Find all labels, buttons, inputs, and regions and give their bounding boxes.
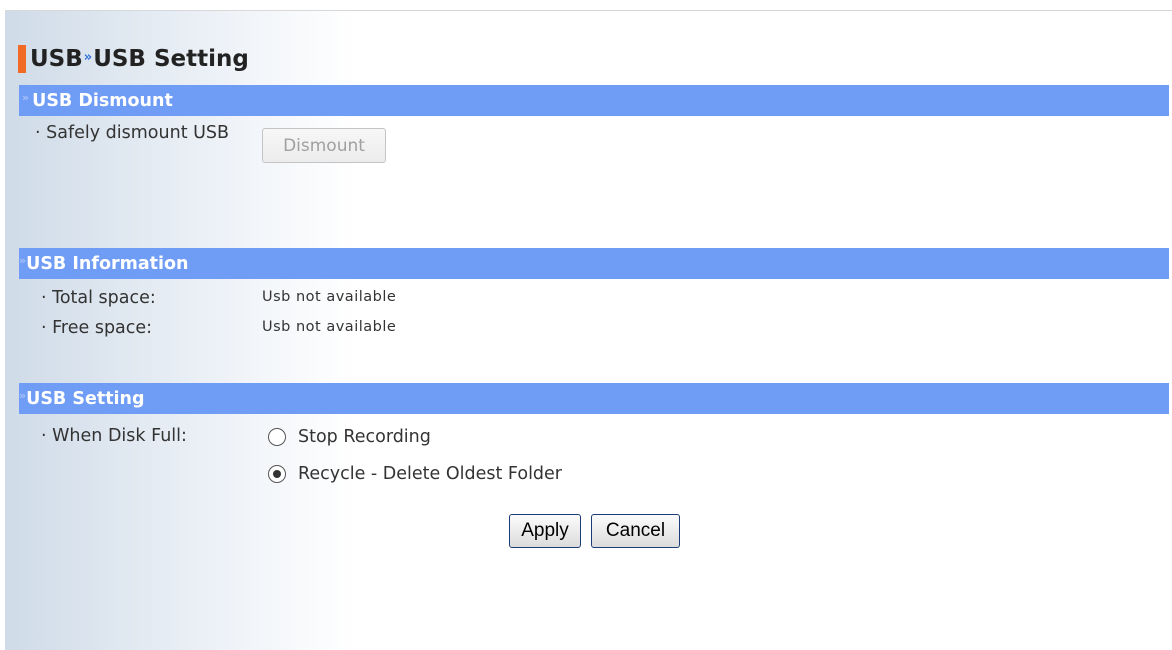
double-chevron-right-icon: » bbox=[19, 254, 27, 267]
double-chevron-right-icon: » bbox=[22, 91, 30, 104]
section-title: USB Information bbox=[26, 253, 189, 274]
when-disk-full-label: · When Disk Full: bbox=[41, 426, 187, 446]
section-header-dismount: » USB Dismount bbox=[19, 85, 1169, 116]
radio-label: Stop Recording bbox=[298, 427, 431, 447]
section-title: USB Setting bbox=[26, 388, 145, 409]
radio-label: Recycle - Delete Oldest Folder bbox=[298, 464, 563, 484]
free-space-value: Usb not available bbox=[262, 319, 397, 335]
section-header-information: » USB Information bbox=[19, 248, 1169, 279]
double-chevron-right-icon: » bbox=[19, 389, 27, 402]
cancel-button[interactable]: Cancel bbox=[591, 514, 680, 548]
page: USB » USB Setting » USB Dismount · Safel… bbox=[5, 10, 1172, 650]
radio-dot bbox=[273, 470, 281, 478]
radio-checked-icon[interactable] bbox=[268, 465, 286, 483]
free-space-label: · Free space: bbox=[41, 318, 153, 338]
title-section: USB bbox=[30, 46, 83, 72]
section-header-setting: » USB Setting bbox=[19, 383, 1169, 414]
title-page: USB Setting bbox=[93, 46, 249, 72]
breadcrumb-separator-icon: » bbox=[83, 49, 93, 65]
total-space-label: · Total space: bbox=[41, 288, 156, 308]
dismount-button[interactable]: Dismount bbox=[262, 128, 386, 163]
radio-recycle[interactable]: Recycle - Delete Oldest Folder bbox=[268, 464, 562, 484]
title-accent-marker bbox=[18, 45, 26, 73]
safely-dismount-label: · Safely dismount USB bbox=[35, 123, 230, 143]
apply-button[interactable]: Apply bbox=[509, 514, 581, 548]
section-title: USB Dismount bbox=[32, 90, 173, 111]
radio-unchecked-icon[interactable] bbox=[268, 428, 286, 446]
radio-stop-recording[interactable]: Stop Recording bbox=[268, 427, 431, 447]
total-space-value: Usb not available bbox=[262, 289, 397, 305]
page-title: USB » USB Setting bbox=[18, 44, 249, 74]
